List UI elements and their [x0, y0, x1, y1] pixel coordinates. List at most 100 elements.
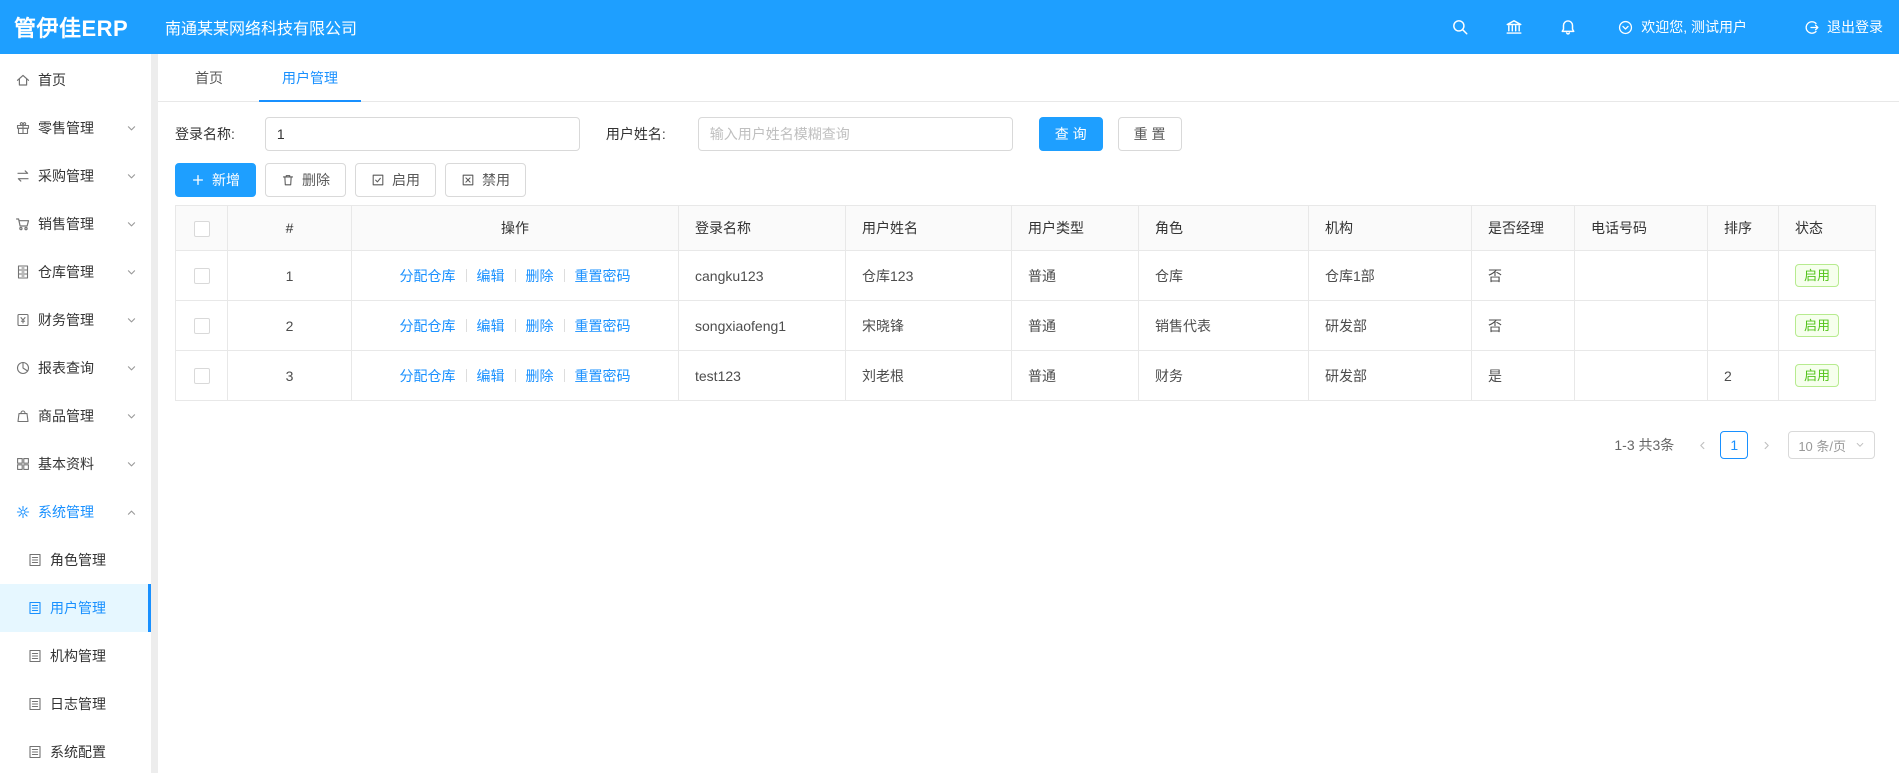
plus-icon [191, 173, 205, 187]
sidebar-item-purchase[interactable]: 采购管理 [0, 152, 151, 200]
cell-sort [1707, 300, 1779, 351]
doc-icon [27, 744, 43, 760]
chevron-up-icon [126, 507, 137, 518]
logout-button[interactable]: 退出登录 [1803, 17, 1883, 37]
disable-button[interactable]: 禁用 [445, 163, 526, 197]
chevron-right-icon [1764, 441, 1769, 449]
divider [465, 269, 467, 282]
user-table: # 操作 登录名称 用户姓名 用户类型 角色 机构 是否经理 电话号码 排序 状 [175, 205, 1876, 401]
bank-icon[interactable] [1505, 18, 1523, 36]
tab-home[interactable]: 首页 [172, 54, 246, 101]
reset-password-link[interactable]: 重置密码 [575, 366, 631, 386]
delete-link[interactable]: 删除 [526, 366, 554, 386]
row-checkbox[interactable] [193, 268, 210, 285]
next-page-button[interactable] [1754, 431, 1778, 459]
sidebar-item-system[interactable]: 系统管理 [0, 488, 151, 536]
sidebar-item-finance[interactable]: 财务管理 [0, 296, 151, 344]
sidebar-item-reports[interactable]: 报表查询 [0, 344, 151, 392]
cell-type: 普通 [1011, 250, 1139, 301]
assign-warehouse-link[interactable]: 分配仓库 [400, 266, 456, 286]
row-checkbox[interactable] [193, 368, 210, 385]
row-actions: 分配仓库 编辑 删除 重置密码 [368, 366, 662, 386]
user-name-label: 用户姓名: [605, 126, 666, 142]
table-toolbar: 新增 删除 启用 禁用 [175, 163, 1875, 197]
login-name-label: 登录名称: [175, 126, 235, 142]
col-phone: 电话号码 [1574, 205, 1708, 251]
status-badge: 启用 [1795, 314, 1840, 337]
sidebar-item-role-mgmt[interactable]: 角色管理 [0, 536, 151, 584]
chevron-down-icon [126, 267, 137, 278]
tab-user-mgmt[interactable]: 用户管理 [259, 54, 361, 102]
page-size-select[interactable]: 10 条/页 [1788, 431, 1875, 459]
sidebar-item-home[interactable]: 首页 [0, 56, 151, 104]
cell-name: 刘老根 [845, 350, 1012, 401]
cell-manager: 否 [1471, 300, 1575, 351]
delete-button[interactable]: 删除 [265, 163, 346, 197]
search-button[interactable]: 查 询 [1038, 117, 1103, 151]
cell-sort [1574, 350, 1708, 401]
divider [514, 319, 516, 332]
page-content: 登录名称: 用户姓名: 查 询 重 置 新增 删除 [158, 117, 1899, 459]
sidebar-item-goods[interactable]: 商品管理 [0, 392, 151, 440]
edit-link[interactable]: 编辑 [477, 366, 505, 386]
company-name: 南通某某网络科技有限公司 [165, 21, 358, 38]
cart-icon [15, 216, 31, 232]
table-header-row: # 操作 登录名称 用户姓名 用户类型 角色 机构 是否经理 电话号码 排序 状 [175, 205, 1876, 251]
sidebar-item-retail[interactable]: 零售管理 [0, 104, 151, 152]
finance-icon [15, 312, 31, 328]
assign-warehouse-link[interactable]: 分配仓库 [400, 366, 456, 386]
assign-warehouse-link[interactable]: 分配仓库 [400, 316, 456, 336]
cell-phone [1574, 300, 1708, 351]
cell-login: test123 [678, 350, 846, 401]
page-tabs: 首页 用户管理 [158, 54, 1899, 102]
cell-login: songxiaofeng1 [678, 300, 846, 351]
cell-org: 仓库1部 [1308, 250, 1472, 301]
select-all-checkbox[interactable] [193, 220, 210, 237]
reset-button[interactable]: 重 置 [1117, 117, 1182, 151]
add-button[interactable]: 新增 [175, 163, 256, 197]
doc-icon [27, 552, 43, 568]
bag-icon [15, 408, 31, 424]
enable-button[interactable]: 启用 [355, 163, 436, 197]
divider [563, 369, 565, 382]
bell-icon[interactable] [1559, 18, 1577, 36]
edit-link[interactable]: 编辑 [477, 266, 505, 286]
cell-type: 普通 [1011, 300, 1139, 351]
delete-link[interactable]: 删除 [526, 316, 554, 336]
gear-icon [15, 504, 31, 520]
col-index: # [227, 205, 352, 251]
sidebar-scrollbar[interactable] [151, 54, 158, 773]
app-window: 管伊佳ERP 南通某某网络科技有限公司 欢迎您, 测试用户 退出登录 首页 零售… [0, 0, 1899, 773]
down-circle-icon [1617, 19, 1634, 36]
sidebar-item-sales[interactable]: 销售管理 [0, 200, 151, 248]
chevron-down-icon [126, 171, 137, 182]
reset-password-link[interactable]: 重置密码 [575, 316, 631, 336]
chevron-down-icon [126, 219, 137, 230]
sidebar-item-user-mgmt[interactable]: 用户管理 [0, 584, 151, 632]
sidebar-item-warehouse[interactable]: 仓库管理 [0, 248, 151, 296]
search-icon[interactable] [1451, 18, 1469, 36]
reset-password-link[interactable]: 重置密码 [575, 266, 631, 286]
trash-icon [281, 173, 295, 187]
row-checkbox[interactable] [193, 318, 210, 335]
status-badge: 启用 [1795, 364, 1840, 387]
row-actions: 分配仓库 编辑 删除 重置密码 [368, 316, 662, 336]
sidebar-item-system-config[interactable]: 系统配置 [0, 728, 151, 773]
login-name-input[interactable] [264, 117, 580, 151]
delete-link[interactable]: 删除 [526, 266, 554, 286]
cell-org: 研发部 [1308, 300, 1472, 351]
user-menu[interactable]: 欢迎您, 测试用户 [1617, 17, 1747, 37]
sidebar-item-log-mgmt[interactable]: 日志管理 [0, 680, 151, 728]
edit-link[interactable]: 编辑 [477, 316, 505, 336]
prev-page-button[interactable] [1690, 431, 1714, 459]
user-name-input[interactable] [697, 117, 1013, 151]
col-login: 登录名称 [678, 205, 846, 251]
home-icon [15, 72, 31, 88]
page-number-1[interactable]: 1 [1720, 431, 1749, 459]
chevron-down-icon [126, 459, 137, 470]
sidebar-item-org-mgmt[interactable]: 机构管理 [0, 632, 151, 680]
top-header-bar: 管伊佳ERP 南通某某网络科技有限公司 欢迎您, 测试用户 退出登录 [0, 0, 1899, 54]
divider [514, 369, 516, 382]
cell-login: cangku123 [678, 250, 846, 301]
sidebar-item-basedata[interactable]: 基本资料 [0, 440, 151, 488]
